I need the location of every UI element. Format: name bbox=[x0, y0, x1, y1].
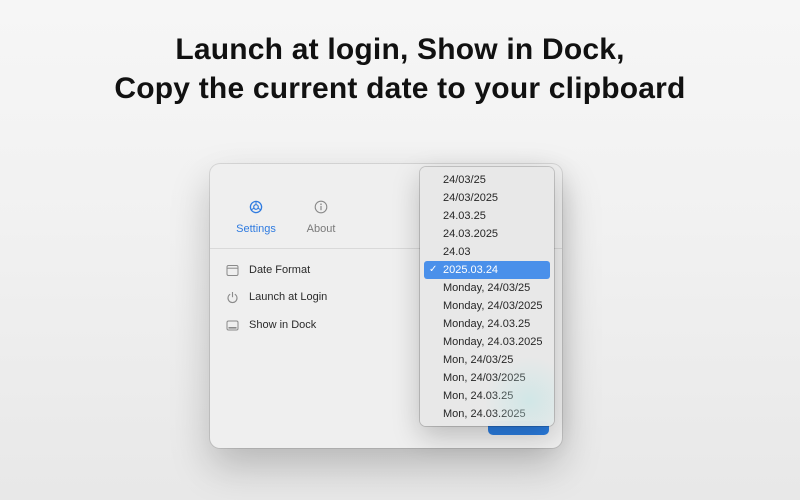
menu-option-label: Mon, 24.03.2025 bbox=[443, 408, 526, 420]
menu-option-label: 24.03 bbox=[443, 246, 471, 258]
gear-icon bbox=[249, 200, 263, 214]
tab-settings-label: Settings bbox=[236, 223, 276, 235]
tab-settings[interactable]: Settings bbox=[226, 200, 286, 235]
menu-option[interactable]: Monday, 24.03.2025 bbox=[424, 333, 550, 351]
menu-option-label: 24.03.25 bbox=[443, 210, 486, 222]
menu-option[interactable]: Monday, 24.03.25 bbox=[424, 315, 550, 333]
date-format-menu[interactable]: 24/03/25 24/03/2025 24.03.25 24.03.2025 24.0… bbox=[420, 167, 554, 426]
menu-option[interactable]: Mon, 24/03/2025 bbox=[424, 369, 550, 387]
menu-option[interactable]: Monday, 24/03/25 bbox=[424, 279, 550, 297]
power-icon bbox=[227, 291, 238, 303]
headline-line-2: Copy the current date to your clipboard bbox=[114, 72, 686, 105]
menu-option-label: Monday, 24/03/2025 bbox=[443, 300, 543, 312]
checkmark-icon: ✓ bbox=[429, 264, 438, 275]
menu-option-label: Monday, 24/03/25 bbox=[443, 282, 531, 294]
menu-option-label: Monday, 24.03.25 bbox=[443, 318, 531, 330]
dock-icon bbox=[226, 320, 239, 330]
setting-launch-at-login-label: Launch at Login bbox=[249, 291, 328, 303]
menu-option[interactable]: 24.03.25 bbox=[424, 207, 550, 225]
menu-option-label: Monday, 24.03.2025 bbox=[443, 336, 543, 348]
setting-date-format-label: Date Format bbox=[249, 264, 311, 276]
menu-option[interactable]: 24.03 bbox=[424, 243, 550, 261]
menu-option-label: 24/03/2025 bbox=[443, 192, 499, 204]
menu-option-label: Mon, 24.03.25 bbox=[443, 390, 514, 402]
setting-show-in-dock-label: Show in Dock bbox=[249, 319, 317, 331]
menu-option-label: Mon, 24/03/25 bbox=[443, 354, 514, 366]
menu-option-label: Mon, 24/03/2025 bbox=[443, 372, 526, 384]
headline-line-1: Launch at login, Show in Dock, bbox=[175, 33, 625, 66]
calendar-icon bbox=[226, 264, 239, 276]
setting-launch-at-login[interactable]: Launch at Login bbox=[226, 287, 416, 307]
tab-about[interactable]: About bbox=[291, 200, 351, 235]
headline: Launch at login, Show in Dock, Copy the … bbox=[0, 30, 800, 108]
menu-option[interactable]: 24.03.2025 bbox=[424, 225, 550, 243]
info-icon bbox=[314, 200, 328, 214]
setting-date-format[interactable]: Date Format bbox=[226, 260, 416, 280]
menu-option[interactable]: Mon, 24.03.25 bbox=[424, 387, 550, 405]
menu-option-label: 2025.03.24 bbox=[443, 264, 499, 276]
tab-about-label: About bbox=[306, 223, 336, 235]
menu-option-label: 24.03.2025 bbox=[443, 228, 499, 240]
menu-option[interactable]: Mon, 24.03.2025 bbox=[424, 405, 550, 423]
menu-option-label: 24/03/25 bbox=[443, 174, 486, 186]
menu-option[interactable]: 24/03/25 bbox=[424, 171, 550, 189]
menu-option[interactable]: 24/03/2025 bbox=[424, 189, 550, 207]
menu-option[interactable]: Monday, 24/03/2025 bbox=[424, 297, 550, 315]
menu-option[interactable]: ✓ 2025.03.24 bbox=[424, 261, 550, 279]
setting-show-in-dock[interactable]: Show in Dock bbox=[226, 315, 416, 335]
menu-option[interactable]: Mon, 24/03/25 bbox=[424, 351, 550, 369]
